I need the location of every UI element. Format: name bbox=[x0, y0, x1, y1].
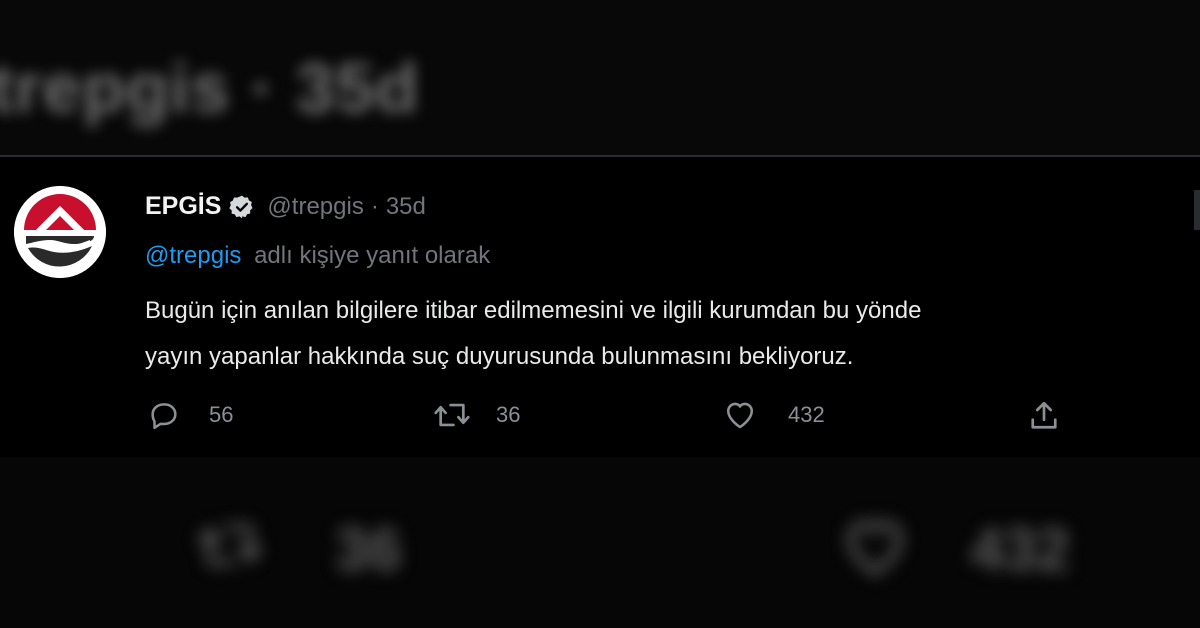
blurred-retweet-icon bbox=[195, 515, 265, 589]
share-button[interactable] bbox=[1026, 398, 1062, 434]
tweet-body-line: yayın yapanlar hakkında suç duyurusunda … bbox=[145, 343, 854, 370]
epgis-logo-icon bbox=[14, 186, 106, 278]
blurred-background-tweet-header: trepgis · 35d bbox=[0, 0, 1200, 155]
scrollbar[interactable] bbox=[1194, 190, 1200, 230]
reply-count: 56 bbox=[209, 402, 234, 427]
tweet-body-line: Bugün için anılan bilgilere itibar edilm… bbox=[145, 297, 922, 324]
author-handle[interactable]: @trepgis bbox=[267, 193, 363, 221]
reply-button[interactable]: 56 bbox=[147, 398, 233, 432]
avatar[interactable] bbox=[14, 186, 106, 278]
separator-dot: · bbox=[370, 192, 379, 220]
retweet-count: 36 bbox=[496, 402, 521, 427]
blurred-heart-icon bbox=[830, 512, 920, 596]
reply-to-handle-link[interactable]: @trepgis bbox=[145, 242, 241, 269]
tweet-timestamp[interactable]: 35d bbox=[386, 193, 426, 221]
reply-context: @trepgis adlı kişiye yanıt olarak bbox=[145, 242, 490, 270]
tweet-body: Bugün için anılan bilgilere itibar edilm… bbox=[145, 288, 1200, 380]
blurred-handle-text: trepgis · 35d bbox=[0, 49, 420, 127]
reply-to-label: adlı kişiye yanıt olarak bbox=[254, 242, 491, 269]
like-button[interactable]: 432 bbox=[722, 398, 825, 432]
blurred-like-count: 432 bbox=[970, 516, 1071, 583]
retweet-icon bbox=[434, 403, 470, 427]
heart-icon bbox=[726, 402, 754, 429]
reply-bubble-icon bbox=[151, 403, 177, 430]
verified-badge-icon bbox=[229, 194, 255, 220]
share-upload-icon bbox=[1031, 401, 1057, 429]
retweet-button[interactable]: 36 bbox=[432, 398, 520, 432]
like-count: 432 bbox=[788, 402, 825, 427]
author-name[interactable]: EPGİS bbox=[145, 192, 221, 221]
blurred-background-tweet-actions: 36 432 bbox=[0, 460, 1200, 628]
blurred-retweet-count: 36 bbox=[335, 516, 402, 583]
tweet-author-row: EPGİS @trepgis · 35d bbox=[145, 192, 426, 221]
